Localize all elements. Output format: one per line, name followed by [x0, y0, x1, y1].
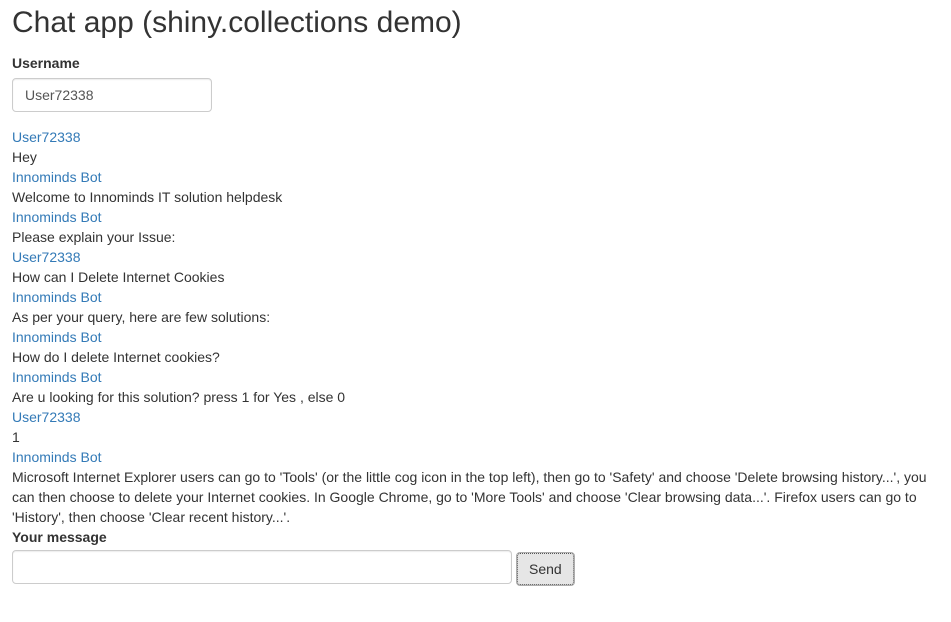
username-input[interactable]: [12, 78, 212, 112]
message-text: Please explain your Issue:: [12, 229, 176, 245]
username-label: Username: [12, 55, 80, 71]
message-item: Innominds Bot How do I delete Internet c…: [12, 327, 939, 367]
chat-app-page: Chat app (shiny.collections demo) Userna…: [0, 0, 951, 586]
message-item: User72338 Hey: [12, 127, 939, 167]
message-text: Microsoft Internet Explorer users can go…: [12, 469, 927, 525]
message-username: User72338: [12, 129, 81, 145]
message-item: User72338 How can I Delete Internet Cook…: [12, 247, 939, 287]
message-text: Welcome to Innominds IT solution helpdes…: [12, 189, 283, 205]
message-username: Innominds Bot: [12, 209, 102, 225]
chat-log: User72338 Hey Innominds Bot Welcome to I…: [12, 127, 939, 527]
send-button[interactable]: Send: [516, 552, 575, 586]
message-text: Are u looking for this solution? press 1…: [12, 389, 346, 405]
message-username: Innominds Bot: [12, 289, 102, 305]
message-item: Innominds Bot Welcome to Innominds IT so…: [12, 167, 939, 207]
page-title: Chat app (shiny.collections demo): [12, 6, 462, 39]
message-input[interactable]: [12, 550, 512, 584]
message-text: As per your query, here are few solution…: [12, 309, 271, 325]
message-text: How do I delete Internet cookies?: [12, 349, 220, 365]
message-username: Innominds Bot: [12, 329, 102, 345]
message-text: Hey: [12, 149, 37, 165]
message-item: Innominds Bot Are u looking for this sol…: [12, 367, 939, 407]
message-text: 1: [12, 429, 20, 445]
message-item: Innominds Bot As per your query, here ar…: [12, 287, 939, 327]
message-label: Your message: [12, 529, 107, 545]
message-item: Innominds Bot Please explain your Issue:: [12, 207, 939, 247]
message-username: Innominds Bot: [12, 169, 102, 185]
message-text: How can I Delete Internet Cookies: [12, 269, 225, 285]
compose-row: Send: [12, 550, 939, 586]
message-username: User72338: [12, 249, 81, 265]
message-item: Innominds Bot Microsoft Internet Explore…: [12, 447, 939, 527]
message-username: Innominds Bot: [12, 449, 102, 465]
message-username: User72338: [12, 409, 81, 425]
message-username: Innominds Bot: [12, 369, 102, 385]
message-item: User72338 1: [12, 407, 939, 447]
